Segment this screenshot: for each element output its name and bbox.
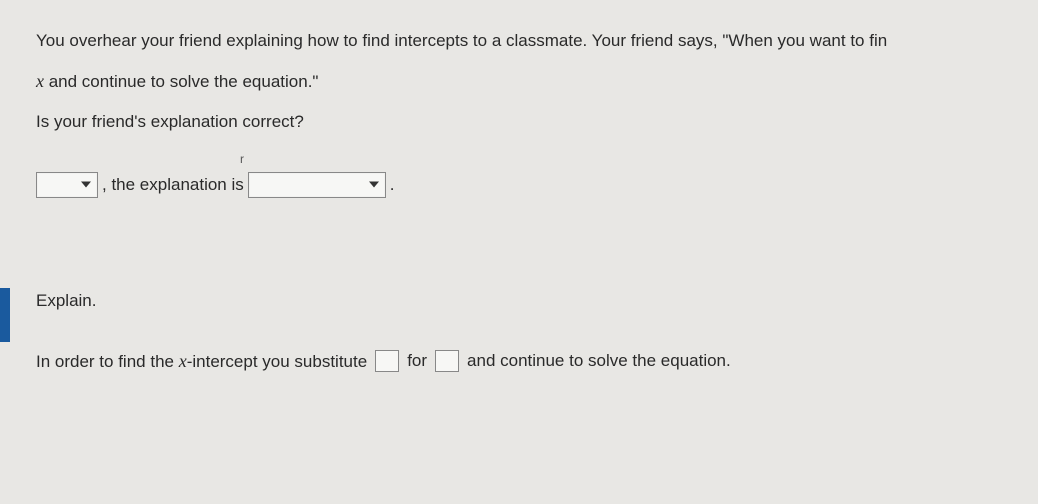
question-text-1: You overhear your friend explaining how … [36,31,887,50]
chevron-down-icon [369,182,379,189]
question-line-1: You overhear your friend explaining how … [36,28,1038,54]
sentence-post: and continue to solve the equation. [467,348,731,374]
substitute-for-input[interactable] [435,350,459,372]
question-line-2: x and continue to solve the equation." [36,68,1038,95]
substitute-value-input[interactable] [375,350,399,372]
question-text-2: and continue to solve the equation." [44,72,318,91]
answer-period: . [390,172,395,198]
variable-x: x [36,71,44,91]
answer-text-mid: , the explanation is [102,172,244,198]
side-tab-marker [0,288,10,342]
answer-row: , the explanation is . [36,172,1038,198]
variable-x-2: x [179,351,187,371]
sentence-mid1: -intercept you substitute [187,352,367,371]
chevron-down-icon [81,182,91,189]
stray-mark: r [240,150,244,168]
explanation-select[interactable] [248,172,386,198]
sentence-mid2: for [407,348,427,374]
worksheet-page: You overhear your friend explaining how … [0,0,1038,375]
yes-no-select[interactable] [36,172,98,198]
explain-sentence: In order to find the x-intercept you sub… [36,348,1038,375]
sentence-pre: In order to find the x-intercept you sub… [36,348,367,375]
explain-heading: Explain. [36,288,1038,314]
question-prompt: Is your friend's explanation correct? [36,109,1038,135]
sentence-pre-text: In order to find the [36,352,179,371]
